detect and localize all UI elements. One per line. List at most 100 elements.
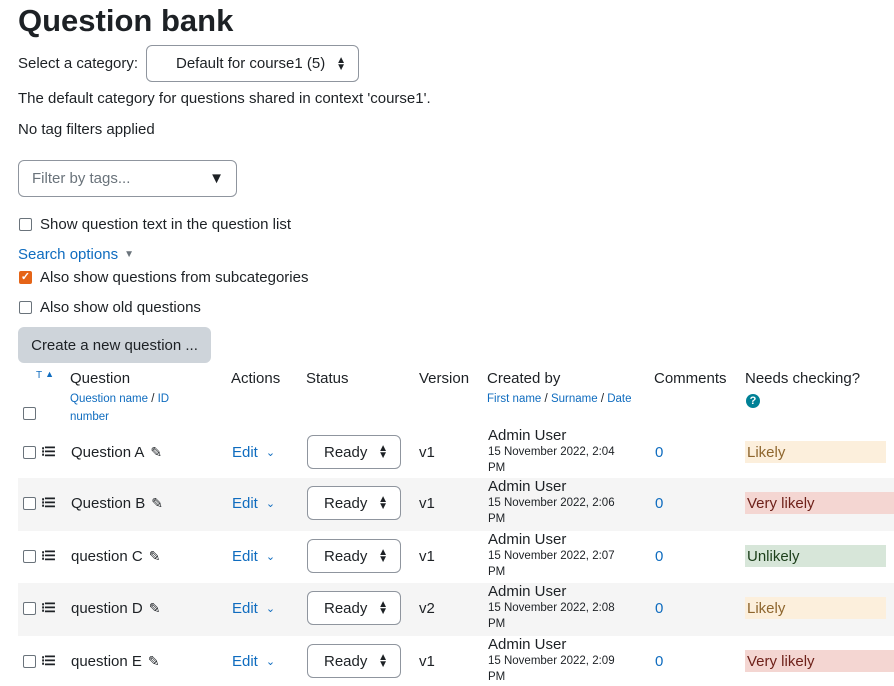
chevron-down-icon: ⌄ [265, 446, 276, 459]
show-text-checkbox[interactable] [19, 218, 32, 231]
row-select-checkbox[interactable] [23, 445, 36, 459]
comments-count-link[interactable]: 0 [655, 548, 663, 565]
created-date: 15 November 2022, 2:07 [488, 550, 615, 562]
needs-checking-badge: Unlikely [745, 545, 886, 567]
type-column-label: T [36, 370, 43, 381]
tag-filter-placeholder: Filter by tags... [32, 170, 131, 187]
status-select[interactable]: Ready ▲ ▼ [307, 591, 401, 625]
question-name-cell: Question A ✎ [71, 427, 162, 477]
edit-menu-toggle[interactable]: Edit ⌄ [232, 427, 275, 477]
status-select-value: Ready [324, 547, 368, 565]
select-arrows-icon: ▲ ▼ [378, 494, 388, 512]
needs-checking-badge: Likely [745, 597, 886, 619]
multichoice-type-icon: ⁝☰ [41, 653, 56, 668]
created-date: 15 November 2022, 2:06 [488, 497, 615, 509]
question-name: Question A [71, 443, 145, 461]
sort-surname-link[interactable]: Surname [551, 393, 598, 405]
created-date-meridiem: PM [488, 513, 506, 525]
status-select[interactable]: Ready ▲ ▼ [307, 539, 401, 573]
created-date-meridiem: PM [488, 618, 506, 630]
created-date-meridiem: PM [488, 462, 506, 474]
created-by-cell: Admin User 15 November 2022, 2:06 PM [488, 479, 615, 527]
author-name: Admin User [488, 531, 567, 548]
created-date: 15 November 2022, 2:04 [488, 446, 615, 458]
sort-date-link[interactable]: Date [607, 393, 631, 405]
sort-separator: / [151, 393, 155, 405]
edit-menu-toggle[interactable]: Edit ⌄ [232, 478, 275, 528]
pencil-icon[interactable]: ✎ [150, 444, 162, 461]
comments-count-link[interactable]: 0 [655, 444, 663, 461]
actions-column-header: Actions [231, 370, 281, 387]
table-row: ⁝☰ question C ✎ Edit ⌄ Ready ▲ ▼ v1 Admin… [18, 531, 894, 583]
comments-column-header: Comments [654, 370, 727, 387]
checkmark-icon: ✓ [20, 271, 31, 283]
needs-checking-badge: Very likely [745, 650, 894, 672]
pencil-icon[interactable]: ✎ [148, 653, 160, 670]
caret-down-icon: ▼ [124, 249, 134, 260]
help-icon[interactable]: ? [746, 394, 760, 408]
edit-menu-label: Edit [232, 443, 258, 461]
author-name: Admin User [488, 478, 567, 495]
version-column-header: Version [419, 370, 470, 387]
edit-menu-toggle[interactable]: Edit ⌄ [232, 531, 275, 581]
subcategories-checkbox[interactable]: ✓ [19, 271, 32, 284]
comments-count-link[interactable]: 0 [655, 600, 663, 617]
old-questions-checkbox[interactable] [19, 301, 32, 314]
pencil-icon[interactable]: ✎ [149, 600, 161, 617]
status-column-header: Status [306, 370, 349, 387]
pencil-icon[interactable]: ✎ [149, 548, 161, 565]
needs-checking-badge: Likely [745, 441, 886, 463]
question-name-cell: question C ✎ [71, 531, 160, 581]
comments-count-link[interactable]: 0 [655, 495, 663, 512]
select-arrows-icon: ▲ ▼ [378, 443, 388, 461]
select-arrows-icon: ▲ ▼ [378, 547, 388, 565]
row-select-checkbox[interactable] [23, 496, 36, 510]
created-by-sort-links: First name / Surname / Date [487, 390, 637, 408]
sort-type-header[interactable]: T ▲ [36, 370, 54, 382]
category-description: The default category for questions share… [18, 90, 431, 107]
status-select[interactable]: Ready ▲ ▼ [307, 486, 401, 520]
row-select-checkbox[interactable] [23, 601, 36, 615]
sort-separator: / [600, 393, 605, 405]
search-options-toggle[interactable]: Search options ▼ [18, 246, 134, 263]
question-name: question E [71, 652, 142, 670]
select-arrows-icon: ▲ ▼ [378, 599, 388, 617]
created-by-cell: Admin User 15 November 2022, 2:08 PM [488, 584, 615, 632]
tag-filter-status: No tag filters applied [18, 121, 155, 138]
select-all-checkbox[interactable] [23, 407, 36, 420]
question-name-cell: question D ✎ [71, 583, 160, 633]
sort-question-name-link[interactable]: Question name [70, 393, 148, 405]
multichoice-type-icon: ⁝☰ [41, 600, 56, 615]
status-select-value: Ready [324, 599, 368, 617]
old-questions-label: Also show old questions [40, 299, 201, 316]
create-question-button[interactable]: Create a new question ... [18, 327, 211, 363]
version-cell: v2 [419, 599, 435, 617]
page-title: Question bank [18, 3, 234, 38]
status-select[interactable]: Ready ▲ ▼ [307, 644, 401, 678]
row-select-checkbox[interactable] [23, 654, 36, 668]
author-name: Admin User [488, 583, 567, 600]
question-name-cell: Question B ✎ [71, 478, 163, 528]
version-cell: v1 [419, 443, 435, 461]
search-options-label: Search options [18, 246, 119, 263]
created-by-cell: Admin User 15 November 2022, 2:07 PM [488, 532, 615, 580]
comments-count-link[interactable]: 0 [655, 653, 663, 670]
status-select-value: Ready [324, 443, 368, 461]
edit-menu-label: Edit [232, 494, 258, 512]
pencil-icon[interactable]: ✎ [151, 495, 163, 512]
category-select[interactable]: Default for course1 (5) ▲ ▼ [146, 45, 359, 82]
edit-menu-toggle[interactable]: Edit ⌄ [232, 583, 275, 633]
table-row: ⁝☰ Question B ✎ Edit ⌄ Ready ▲ ▼ v1 Admin… [18, 478, 894, 531]
tag-filter-input[interactable]: Filter by tags... ▼ [18, 160, 237, 197]
sort-first-name-link[interactable]: First name [487, 393, 541, 405]
row-select-checkbox[interactable] [23, 549, 36, 563]
author-name: Admin User [488, 636, 567, 653]
status-select[interactable]: Ready ▲ ▼ [307, 435, 401, 469]
multichoice-type-icon: ⁝☰ [41, 495, 56, 510]
multichoice-type-icon: ⁝☰ [41, 548, 56, 563]
category-label: Select a category: [18, 55, 139, 72]
needs-checking-column-header: Needs checking? [745, 370, 861, 387]
table-row: ⁝☰ Question A ✎ Edit ⌄ Ready ▲ ▼ v1 Admin… [18, 427, 894, 478]
chevron-down-icon: ⌄ [265, 550, 276, 563]
chevron-down-icon: ⌄ [265, 655, 276, 668]
